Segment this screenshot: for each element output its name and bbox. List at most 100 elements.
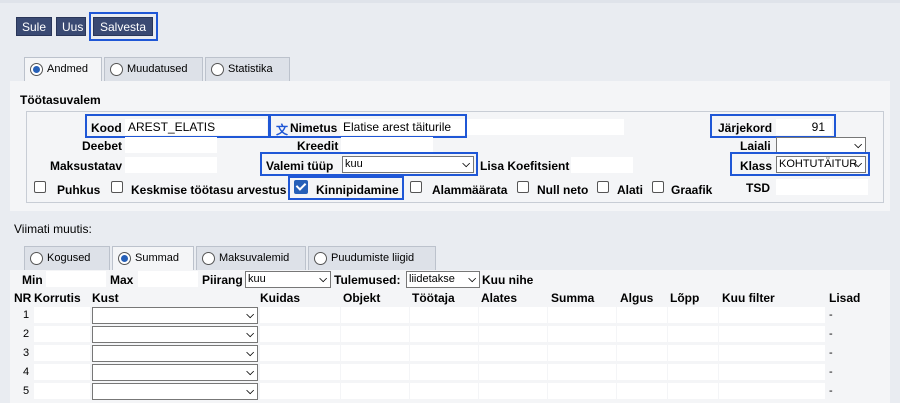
null-neto-checkbox[interactable] [517,181,529,193]
row-number: 5 [23,385,30,397]
algus-input[interactable] [617,326,667,342]
tootaja-input[interactable] [410,326,478,342]
algus-input[interactable] [617,307,667,323]
kust-select[interactable]: ⌵ [92,345,258,362]
kuu-filter-input[interactable] [719,307,825,323]
lisa-koef-label: Lisa Koefitsient [480,159,570,173]
header-lisad: Lisad [829,291,861,305]
subtab-maksuvalemid[interactable]: Maksuvalemid [196,246,306,270]
header-tootaja: Töötaja [412,291,455,305]
tulemused-select[interactable]: liidetakse ⌵ [406,271,480,288]
tootaja-input[interactable] [410,307,478,323]
objekt-input[interactable] [341,307,409,323]
section-title: Töötasuvalem [20,93,101,107]
header-summa: Summa [551,291,595,305]
kuu-filter-input[interactable] [719,345,825,361]
tab-andmed[interactable]: Andmed [24,57,102,81]
kust-select[interactable]: ⌵ [92,307,258,324]
lopp-input[interactable] [668,307,718,323]
chevron-down-icon: ⌵ [468,274,476,285]
row-number: 1 [23,309,30,321]
max-input[interactable] [138,271,198,287]
lopp-input[interactable] [668,383,718,399]
subtab-puudumiste-liigid[interactable]: Puudumiste liigid [308,246,436,270]
kuidas-input[interactable] [260,345,340,361]
chevron-down-icon: ⌵ [246,367,254,378]
alati-checkbox[interactable] [597,181,609,193]
maksustatav-input[interactable] [125,157,217,173]
summa-input[interactable] [548,307,616,323]
objekt-input[interactable] [341,383,409,399]
alammaarata-checkbox[interactable] [410,181,422,193]
close-button[interactable]: Sule [16,17,52,36]
keskmise-label: Keskmise töötasu arvestus [131,183,287,197]
kood-highlight [85,114,271,138]
alates-input[interactable] [479,364,547,380]
puhkus-checkbox[interactable] [34,181,46,193]
algus-input[interactable] [617,345,667,361]
kust-select[interactable]: ⌵ [92,383,258,400]
new-button[interactable]: Uus [56,17,86,36]
tab-muudatused[interactable]: Muudatused [104,57,203,81]
subtab-summad[interactable]: Summad [112,246,194,270]
kreedit-input[interactable] [341,137,433,153]
kuidas-input[interactable] [260,364,340,380]
kuidas-input[interactable] [260,326,340,342]
header-objekt: Objekt [343,291,381,305]
max-label: Max [110,273,134,287]
header-kuu-filter: Kuu filter [722,291,775,305]
kuu-filter-input[interactable] [719,326,825,342]
tootaja-input[interactable] [410,364,478,380]
chevron-down-icon: ⌵ [854,140,862,151]
korrutis-input[interactable] [34,326,90,342]
alates-input[interactable] [479,326,547,342]
algus-input[interactable] [617,364,667,380]
summa-input[interactable] [548,345,616,361]
korrutis-input[interactable] [34,345,90,361]
min-input[interactable] [46,271,106,287]
korrutis-input[interactable] [34,307,90,323]
piirang-select[interactable]: kuu ⌵ [245,271,331,288]
kinnipidamine-highlight [288,176,404,200]
alates-input[interactable] [479,307,547,323]
tootaja-input[interactable] [410,383,478,399]
kuidas-input[interactable] [260,307,340,323]
top-border [0,0,900,3]
header-algus: Algus [620,291,654,305]
kust-select[interactable]: ⌵ [92,364,258,381]
maksustatav-label: Maksustatav [50,159,123,173]
klass-highlight [730,152,870,176]
tootaja-input[interactable] [410,345,478,361]
radio-icon [314,252,327,265]
alates-input[interactable] [479,383,547,399]
valemi-tuup-highlight [260,152,478,176]
summa-input[interactable] [548,364,616,380]
lisad-value: - [829,366,833,378]
nimetus-input-ext[interactable] [464,119,624,135]
kuu-filter-input[interactable] [719,383,825,399]
subtab-kogused[interactable]: Kogused [24,246,110,270]
summa-input[interactable] [548,383,616,399]
lopp-input[interactable] [668,364,718,380]
keskmise-checkbox[interactable] [111,181,123,193]
kuidas-input[interactable] [260,383,340,399]
korrutis-input[interactable] [34,383,90,399]
korrutis-input[interactable] [34,364,90,380]
kust-select[interactable]: ⌵ [92,326,258,343]
lopp-input[interactable] [668,326,718,342]
algus-input[interactable] [617,383,667,399]
graafik-checkbox[interactable] [652,181,664,193]
lisa-koef-input[interactable] [571,157,633,173]
tsd-input[interactable] [776,179,868,195]
objekt-input[interactable] [341,345,409,361]
objekt-input[interactable] [341,326,409,342]
deebet-input[interactable] [125,137,217,153]
chevron-down-icon: ⌵ [246,386,254,397]
lisad-value: - [829,347,833,359]
lopp-input[interactable] [668,345,718,361]
tab-statistika[interactable]: Statistika [205,57,290,81]
objekt-input[interactable] [341,364,409,380]
kuu-filter-input[interactable] [719,364,825,380]
summa-input[interactable] [548,326,616,342]
alates-input[interactable] [479,345,547,361]
